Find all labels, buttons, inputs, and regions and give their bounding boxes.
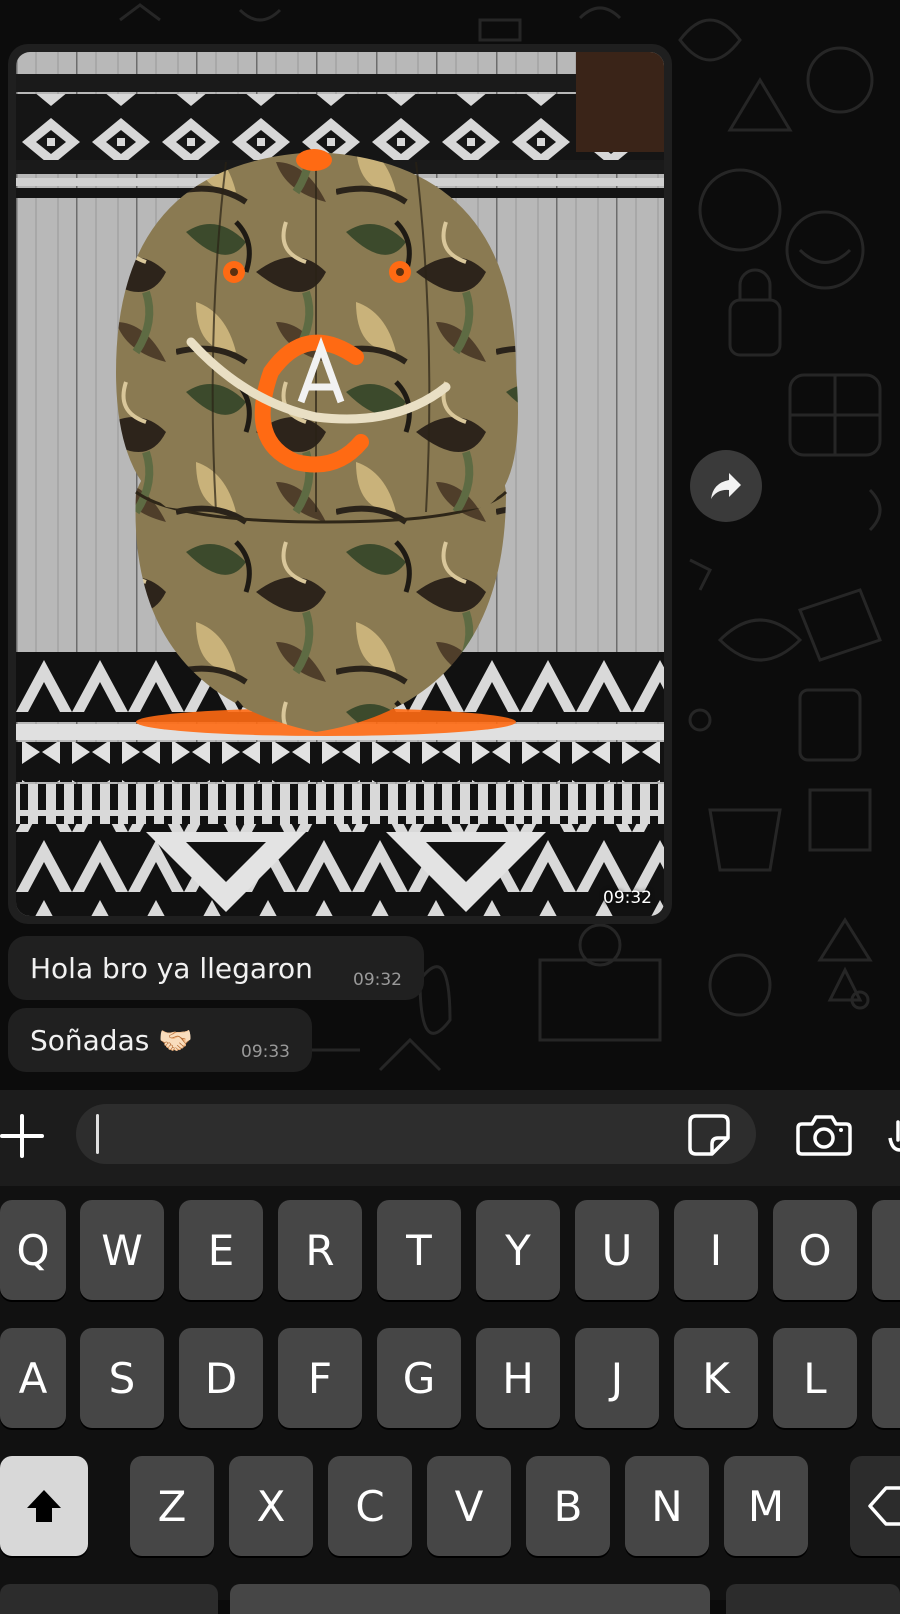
key-s[interactable]: S [80, 1328, 164, 1428]
cap-photo[interactable] [16, 52, 664, 916]
message-text: Hola bro ya llegaron [30, 952, 313, 985]
key-m[interactable]: M [724, 1456, 808, 1556]
shift-key[interactable] [0, 1456, 88, 1556]
key-f[interactable]: F [278, 1328, 362, 1428]
key-r[interactable]: R [278, 1200, 362, 1300]
key-c[interactable]: C [328, 1456, 412, 1556]
key-x[interactable]: X [229, 1456, 313, 1556]
number-key[interactable] [0, 1584, 218, 1614]
key-b[interactable]: B [526, 1456, 610, 1556]
key-d[interactable]: D [179, 1328, 263, 1428]
key-v[interactable]: V [427, 1456, 511, 1556]
message-bubble[interactable]: Soñadas 🤝🏻 09:33 [8, 1008, 312, 1072]
delete-key[interactable] [850, 1456, 900, 1556]
key-y[interactable]: Y [476, 1200, 560, 1300]
return-key[interactable] [726, 1584, 900, 1614]
key-o[interactable]: O [773, 1200, 857, 1300]
message-timestamp: 09:33 [241, 1042, 290, 1062]
text-caret [96, 1114, 99, 1154]
forward-button[interactable] [690, 450, 762, 522]
key-z[interactable]: Z [130, 1456, 214, 1556]
key-p[interactable] [872, 1200, 900, 1300]
key-k[interactable]: K [674, 1328, 758, 1428]
message-input[interactable] [76, 1104, 756, 1164]
message-text: Soñadas 🤝🏻 [30, 1024, 194, 1057]
key-q[interactable]: Q [0, 1200, 66, 1300]
key-h[interactable]: H [476, 1328, 560, 1428]
key-a[interactable]: A [0, 1328, 66, 1428]
image-timestamp: 09:32 [603, 888, 652, 908]
message-timestamp: 09:32 [353, 970, 402, 990]
key-i[interactable]: I [674, 1200, 758, 1300]
key-e[interactable]: E [179, 1200, 263, 1300]
plus-icon[interactable] [0, 1108, 56, 1164]
forward-icon [711, 473, 741, 499]
key-u[interactable]: U [575, 1200, 659, 1300]
backspace-icon [868, 1486, 900, 1526]
key-w[interactable]: W [80, 1200, 164, 1300]
message-composer [0, 1090, 900, 1186]
camera-icon[interactable] [796, 1112, 852, 1158]
key-t[interactable]: T [377, 1200, 461, 1300]
key-j[interactable]: J [575, 1328, 659, 1428]
key-l[interactable]: L [773, 1328, 857, 1428]
message-bubble[interactable]: Hola bro ya llegaron 09:32 [8, 936, 424, 1000]
shift-icon [27, 1490, 61, 1522]
space-key[interactable] [230, 1584, 710, 1614]
image-message[interactable]: 09:32 [8, 44, 672, 924]
sticker-icon[interactable] [686, 1112, 732, 1158]
key-enie[interactable] [872, 1328, 900, 1428]
microphone-icon[interactable] [888, 1110, 900, 1160]
chat-area: 09:32 Hola bro ya llegaron 09:32 Soñadas… [0, 0, 900, 1090]
key-g[interactable]: G [377, 1328, 461, 1428]
key-n[interactable]: N [625, 1456, 709, 1556]
